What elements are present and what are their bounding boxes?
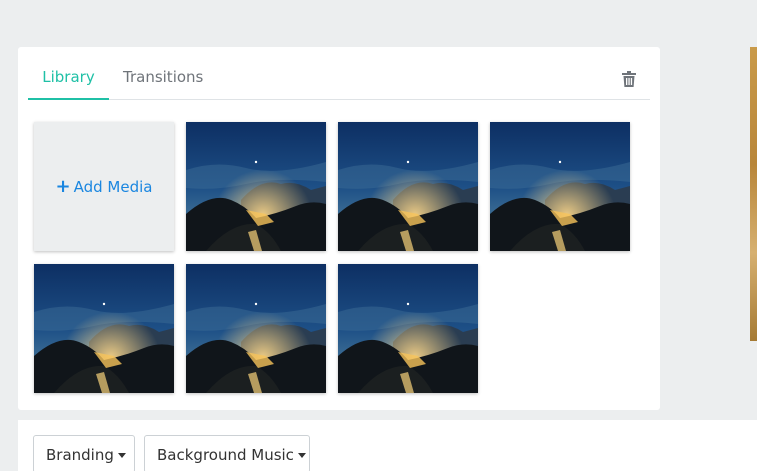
- media-thumbnail[interactable]: [338, 264, 478, 393]
- background-music-dropdown[interactable]: Background Music: [144, 435, 310, 471]
- media-thumbnail[interactable]: [186, 122, 326, 251]
- caret-down-icon: [297, 453, 306, 458]
- media-panel: Library Transitions + Add Media: [18, 47, 660, 410]
- add-media-label: Add Media: [73, 177, 153, 196]
- night-city-image: [186, 122, 326, 251]
- add-media-button[interactable]: + Add Media: [34, 122, 174, 251]
- branding-dropdown[interactable]: Branding: [33, 435, 135, 471]
- bottom-toolbar: Branding Background Music: [18, 420, 757, 471]
- media-thumbnail[interactable]: [186, 264, 326, 393]
- tab-library[interactable]: Library: [28, 47, 109, 100]
- media-thumbnail[interactable]: [34, 264, 174, 393]
- night-city-image: [338, 264, 478, 393]
- tab-bar: Library Transitions: [28, 47, 650, 100]
- plus-icon: +: [55, 176, 71, 197]
- night-city-image: [34, 264, 174, 393]
- trash-icon[interactable]: [622, 71, 636, 87]
- media-thumbnail[interactable]: [490, 122, 630, 251]
- night-city-image: [490, 122, 630, 251]
- media-thumbnail[interactable]: [338, 122, 478, 251]
- background-music-label: Background Music: [157, 446, 294, 464]
- night-city-image: [186, 264, 326, 393]
- caret-down-icon: [117, 453, 126, 458]
- preview-image-edge: [750, 47, 757, 341]
- tab-transitions[interactable]: Transitions: [123, 47, 203, 100]
- night-city-image: [338, 122, 478, 251]
- branding-label: Branding: [46, 446, 114, 464]
